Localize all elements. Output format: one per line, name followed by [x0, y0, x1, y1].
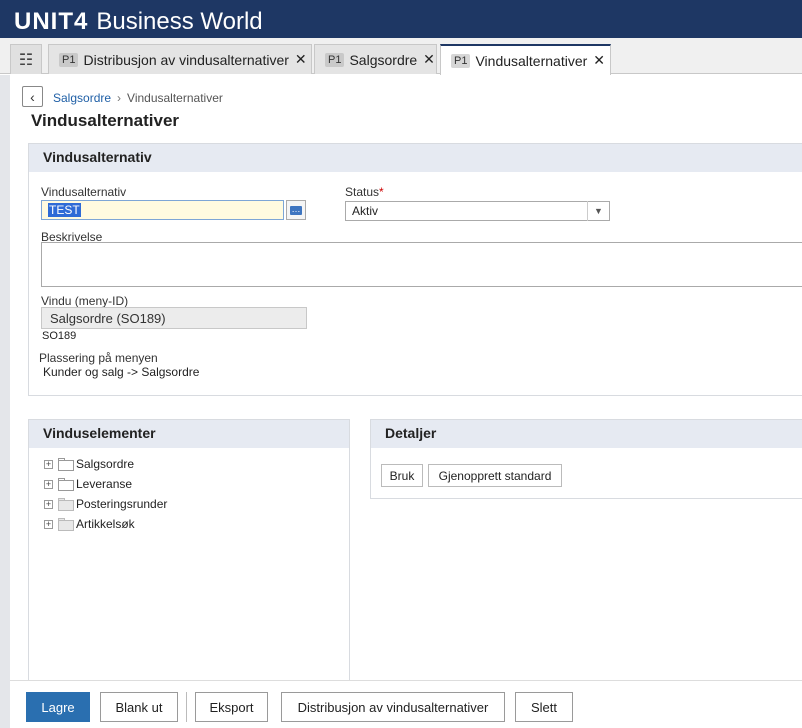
- footer-divider: [186, 692, 187, 722]
- tree-item-label: Artikkelsøk: [76, 517, 135, 531]
- brand-logo: UNIT4: [14, 8, 89, 35]
- folder-icon: [58, 497, 74, 511]
- use-button[interactable]: Bruk: [381, 464, 423, 487]
- left-strip: [0, 75, 10, 728]
- tab-prefix: P1: [59, 52, 79, 67]
- distribute-button[interactable]: Distribusjon av vindusalternativer: [281, 692, 505, 722]
- plus-expander-icon[interactable]: +: [44, 479, 53, 489]
- description-textarea[interactable]: [41, 242, 802, 287]
- restore-default-button[interactable]: Gjenopprett standard: [428, 464, 562, 487]
- tree-item-label: Leveranse: [76, 477, 133, 491]
- panel-header: Vindusalternativ: [29, 144, 802, 172]
- alternative-label: Vindusalternativ: [41, 185, 127, 199]
- panel-header: Detaljer: [371, 420, 802, 448]
- page-title: Vindusalternativer: [31, 111, 180, 130]
- tree-item[interactable]: + Leveranse: [44, 475, 132, 493]
- breadcrumb: Salgsordre › Vindusalternativer: [53, 91, 223, 105]
- tree-item[interactable]: + Posteringsrunder: [44, 495, 167, 513]
- status-value: Aktiv: [352, 204, 379, 218]
- menu-placement-label: Plassering på menyen: [39, 351, 158, 365]
- app-header: UNIT4 Business World: [0, 0, 802, 38]
- alternative-input[interactable]: TEST: [41, 200, 284, 220]
- window-code: SO189: [42, 330, 77, 342]
- tab-label: Vindusalternativer: [475, 52, 588, 69]
- details-panel: Detaljer: [370, 419, 802, 499]
- grid-menu-icon[interactable]: ☷: [10, 44, 42, 74]
- tab-prefix: P1: [451, 53, 471, 68]
- tab-prefix: P1: [325, 52, 345, 67]
- lookup-icon[interactable]: …: [286, 200, 306, 220]
- tab-label: Salgsordre: [349, 51, 418, 68]
- chevron-down-icon[interactable]: ▼: [587, 201, 609, 221]
- chevron-left-icon[interactable]: ‹: [22, 86, 43, 107]
- plus-expander-icon[interactable]: +: [44, 519, 53, 529]
- close-icon[interactable]: ✕: [593, 52, 605, 69]
- status-select[interactable]: Aktiv: [345, 201, 610, 221]
- alternative-value: TEST: [48, 203, 81, 217]
- tab-vindusalternativer[interactable]: P1 Vindusalternativer ✕: [440, 44, 611, 75]
- save-button[interactable]: Lagre: [26, 692, 90, 722]
- breadcrumb-current: Vindusalternativer: [127, 91, 223, 105]
- tab-label: Distribusjon av vindusalternativer: [83, 51, 289, 68]
- brand: UNIT4 Business World: [14, 9, 263, 35]
- folder-icon: [58, 517, 74, 531]
- menu-placement-value: Kunder og salg -> Salgsordre: [43, 365, 200, 379]
- export-button[interactable]: Eksport: [195, 692, 268, 722]
- clear-button[interactable]: Blank ut: [100, 692, 178, 722]
- status-label-text: Status: [345, 185, 380, 199]
- delete-button[interactable]: Slett: [515, 692, 573, 722]
- window-field: Salgsordre (SO189): [41, 307, 307, 329]
- plus-expander-icon[interactable]: +: [44, 499, 53, 509]
- status-label: Status*: [345, 185, 384, 199]
- breadcrumb-parent[interactable]: Salgsordre: [53, 91, 111, 105]
- panel-header: Vinduselementer: [29, 420, 349, 448]
- folder-icon: [58, 477, 74, 491]
- required-mark: *: [379, 185, 384, 199]
- tab-salgsordre[interactable]: P1 Salgsordre ✕: [314, 44, 437, 74]
- tab-distribusjon[interactable]: P1 Distribusjon av vindusalternativer ✕: [48, 44, 312, 74]
- tree-item-label: Salgsordre: [76, 457, 135, 471]
- close-icon[interactable]: ✕: [423, 51, 435, 68]
- breadcrumb-separator: ›: [117, 91, 122, 105]
- plus-expander-icon[interactable]: +: [44, 459, 53, 469]
- folder-icon: [58, 457, 74, 471]
- window-label: Vindu (meny-ID): [41, 294, 129, 308]
- tree-item[interactable]: + Salgsordre: [44, 455, 134, 473]
- brand-product: Business World: [96, 8, 263, 35]
- close-icon[interactable]: ✕: [295, 51, 307, 68]
- tree-item[interactable]: + Artikkelsøk: [44, 515, 135, 533]
- tree-item-label: Posteringsrunder: [76, 497, 168, 511]
- tab-bar: ☷ P1 Distribusjon av vindusalternativer …: [0, 38, 802, 75]
